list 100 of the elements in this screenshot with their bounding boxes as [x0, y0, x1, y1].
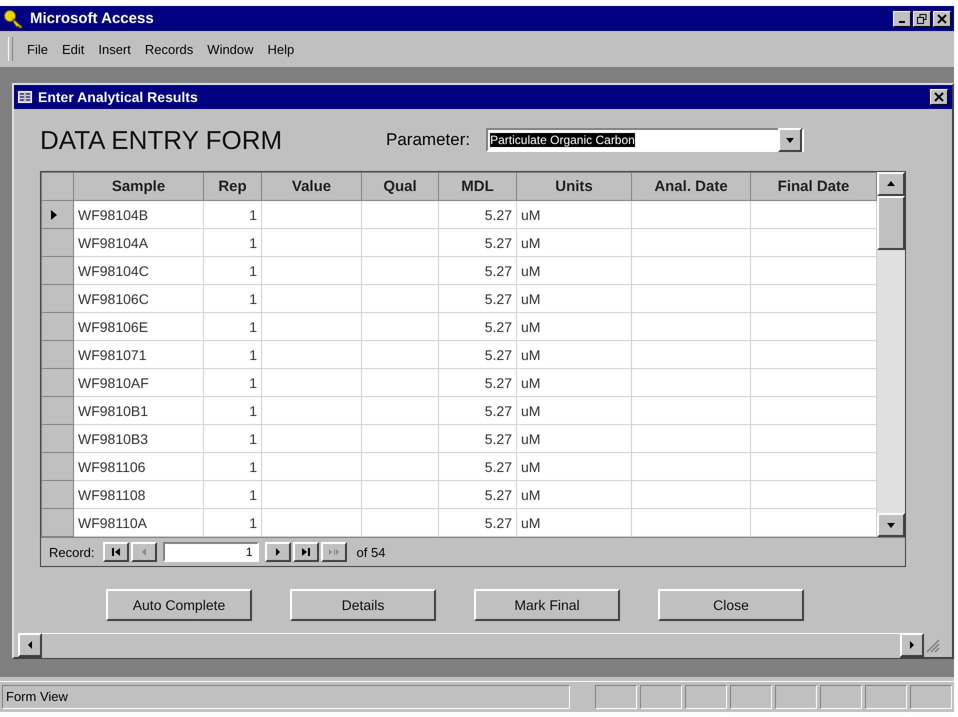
close-icon: [937, 14, 947, 24]
scroll-thumb[interactable]: [877, 196, 905, 250]
table-cell: 5.27: [438, 480, 516, 508]
table-cell: WF98110A: [74, 508, 204, 536]
form-title: Enter Analytical Results: [38, 89, 199, 105]
table-cell: 5.27: [438, 368, 516, 396]
close-button[interactable]: [930, 89, 948, 105]
table-cell: 1: [204, 480, 262, 508]
record-selector[interactable]: [42, 200, 74, 228]
status-pane: [730, 685, 772, 709]
table-cell: 1: [204, 424, 262, 452]
new-icon: [328, 546, 340, 558]
status-pane: [640, 685, 682, 709]
column-header[interactable]: Qual: [362, 172, 438, 200]
status-pane: [595, 685, 637, 709]
vertical-scrollbar[interactable]: [877, 172, 905, 537]
table-cell: WF9810B1: [74, 396, 204, 424]
table-cell: 5.27: [438, 284, 516, 312]
restore-icon: [917, 14, 927, 24]
table-cell: 1: [204, 508, 262, 536]
close-icon: [934, 92, 944, 102]
table-cell: WF9810B3: [74, 424, 204, 452]
column-header[interactable]: Rep: [204, 172, 262, 200]
resize-grip-icon[interactable]: [924, 637, 940, 653]
table-cell: uM: [516, 480, 632, 508]
menu-item[interactable]: Help: [268, 42, 294, 56]
table-cell: 5.27: [438, 508, 516, 536]
command-button[interactable]: Close: [658, 589, 804, 621]
first-record-button[interactable]: [102, 542, 129, 562]
command-button[interactable]: Mark Final: [474, 589, 620, 621]
close-button[interactable]: [933, 10, 951, 26]
table-cell: 1: [204, 284, 262, 312]
record-label: Record:: [49, 544, 95, 560]
table-cell: 1: [204, 228, 262, 256]
table-cell: uM: [516, 256, 632, 284]
table-cell: WF98104A: [74, 228, 204, 256]
table-cell: uM: [516, 452, 632, 480]
parameter-label: Parameter:: [386, 130, 470, 150]
column-header[interactable]: Units: [516, 172, 632, 200]
table-cell: uM: [516, 424, 632, 452]
table-cell: 1: [204, 340, 262, 368]
key-icon: [3, 8, 25, 28]
table-cell: uM: [516, 228, 632, 256]
parameter-dropdown[interactable]: Particulate Organic Carbon: [486, 128, 804, 152]
table-cell: WF981108: [74, 480, 204, 508]
table-cell: WF9810AF: [74, 368, 204, 396]
command-button[interactable]: Details: [290, 589, 436, 621]
menu-item[interactable]: Records: [144, 42, 194, 56]
table-cell: 5.27: [438, 424, 516, 452]
command-button[interactable]: Auto Complete: [106, 589, 252, 621]
minimize-icon: [899, 20, 905, 22]
status-text: Form View: [2, 685, 570, 709]
restore-button[interactable]: [913, 10, 931, 26]
table-cell: uM: [516, 284, 632, 312]
column-header[interactable]: Value: [262, 172, 362, 200]
status-pane: [910, 685, 952, 709]
table-cell: 5.27: [438, 452, 516, 480]
table-cell: 5.27: [438, 340, 516, 368]
table-cell: 1: [204, 312, 262, 340]
table-cell: 1: [204, 200, 262, 228]
table-cell: 5.27: [438, 312, 516, 340]
first-icon: [110, 546, 122, 558]
table-cell: WF981106: [74, 452, 204, 480]
column-header[interactable]: Sample: [74, 172, 204, 200]
minimize-button[interactable]: [893, 10, 911, 26]
menu-item[interactable]: Window: [207, 42, 254, 56]
status-pane: [775, 685, 817, 709]
next-record-button[interactable]: [264, 542, 291, 562]
column-header[interactable]: MDL: [438, 172, 516, 200]
table-cell: WF981071: [74, 340, 204, 368]
table-cell: uM: [516, 508, 632, 536]
last-icon: [300, 546, 312, 558]
table-cell: WF98106C: [74, 284, 204, 312]
horizontal-scrollbar[interactable]: [18, 633, 940, 657]
record-count: of 54: [356, 544, 386, 560]
table-cell: uM: [516, 396, 632, 424]
menu-item[interactable]: Edit: [62, 42, 84, 56]
table-cell: 5.27: [438, 256, 516, 284]
window-title: Microsoft Access: [30, 10, 155, 27]
table-cell: 5.27: [438, 396, 516, 424]
table-cell: WF98104B: [74, 200, 204, 228]
table-cell: WF98106E: [74, 312, 204, 340]
table-cell: uM: [516, 340, 632, 368]
record-number-field[interactable]: 1: [162, 542, 259, 562]
form-heading: DATA ENTRY FORM: [40, 124, 284, 156]
table-cell: uM: [516, 368, 632, 396]
table-cell: 5.27: [438, 200, 516, 228]
menu-item[interactable]: Insert: [98, 42, 131, 56]
table-cell: WF98104C: [74, 256, 204, 284]
table-cell: 1: [204, 256, 262, 284]
column-header[interactable]: Final Date: [750, 172, 876, 200]
table-cell: 5.27: [438, 228, 516, 256]
menu-item[interactable]: File: [27, 42, 48, 56]
table-cell: 1: [204, 368, 262, 396]
form-icon: [18, 91, 32, 103]
last-record-button[interactable]: [292, 542, 319, 562]
status-pane: [820, 685, 862, 709]
column-header[interactable]: Anal. Date: [632, 172, 750, 200]
status-pane: [685, 685, 727, 709]
table-cell: 1: [204, 396, 262, 424]
